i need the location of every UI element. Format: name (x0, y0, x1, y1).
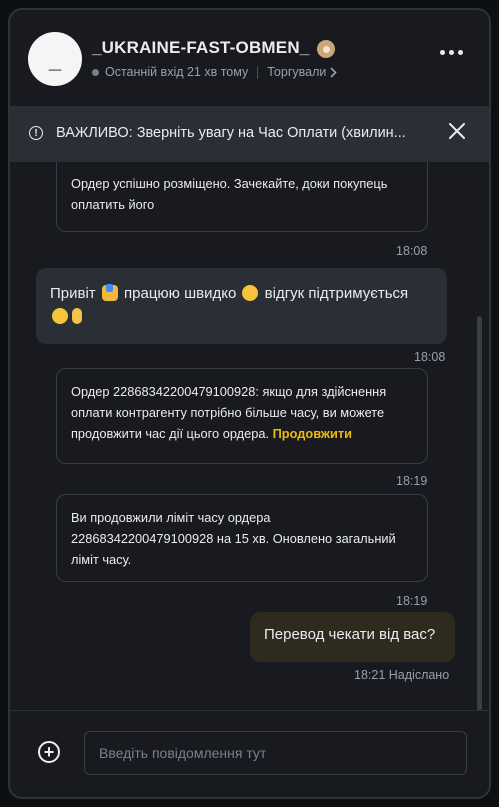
raising-hand-emoji-icon (101, 284, 118, 301)
close-icon[interactable] (446, 120, 468, 142)
system-message: Ордер успішно розміщено. Зачекайте, доки… (56, 162, 428, 232)
traded-link[interactable]: Торгували (267, 65, 337, 79)
chat-window: _ _UKRAINE-FAST-OBMEN_ Останній вхід 21 … (8, 8, 491, 799)
system-message-text: Ордер успішно розміщено. Зачекайте, доки… (71, 176, 388, 212)
message-time: 18:08 (414, 350, 446, 364)
outgoing-message: Перевод чекати від вас? (250, 612, 455, 662)
divider (257, 65, 259, 79)
alert-circle-icon: ! (29, 126, 43, 140)
shield-badge-icon (317, 40, 335, 58)
message-time: 18:08 (396, 244, 428, 258)
yellow-heart-emoji-icon (242, 285, 259, 301)
scrollbar[interactable] (477, 316, 482, 711)
counterparty-username[interactable]: _UKRAINE-FAST-OBMEN_ (92, 38, 309, 58)
yellow-heart-emoji-icon (52, 308, 68, 324)
pointing-up-emoji-icon (72, 308, 82, 324)
status-row: Останній вхід 21 хв тому Торгували (92, 65, 337, 79)
message-time: 18:19 (396, 594, 428, 608)
system-message: Ордер 22868342200479100928: якщо для зді… (56, 368, 428, 464)
chevron-right-icon (330, 66, 337, 78)
incoming-message: Привіт працюю швидко відгук підтримуєтьс… (36, 268, 447, 344)
chat-header: _ _UKRAINE-FAST-OBMEN_ Останній вхід 21 … (10, 10, 489, 106)
incoming-text-part: відгук підтримується (264, 285, 409, 302)
message-time-status: 18:21 Надіслано (354, 668, 449, 682)
incoming-text-part: Привіт (50, 285, 96, 302)
system-message: Ви продовжили ліміт часу ордера 22868342… (56, 494, 428, 582)
message-input[interactable] (84, 731, 467, 775)
status-dot-icon (92, 68, 99, 76)
plus-circle-icon[interactable]: + (38, 741, 60, 763)
avatar[interactable]: _ (28, 32, 82, 86)
extend-order-link[interactable]: Продовжити (273, 426, 352, 441)
message-status: Надіслано (388, 668, 450, 682)
divider (10, 710, 489, 711)
message-time: 18:19 (396, 474, 428, 488)
incoming-text-part: працюю швидко (124, 285, 237, 302)
traded-label: Торгували (267, 65, 327, 79)
last-seen-text: Останній вхід 21 хв тому (105, 65, 249, 79)
system-message-text: Ви продовжили ліміт часу ордера 22868342… (71, 510, 396, 567)
notice-text: ВАЖЛИВО: Зверніть увагу на Час Оплати (х… (56, 125, 406, 141)
outgoing-message-text: Перевод чекати від вас? (264, 626, 436, 643)
more-dots-icon[interactable] (440, 50, 463, 55)
important-notice-bar[interactable]: ! ВАЖЛИВО: Зверніть увагу на Час Оплати … (10, 106, 489, 162)
message-list: Ордер успішно розміщено. Зачекайте, доки… (10, 162, 489, 710)
message-time: 18:21 (354, 668, 386, 682)
